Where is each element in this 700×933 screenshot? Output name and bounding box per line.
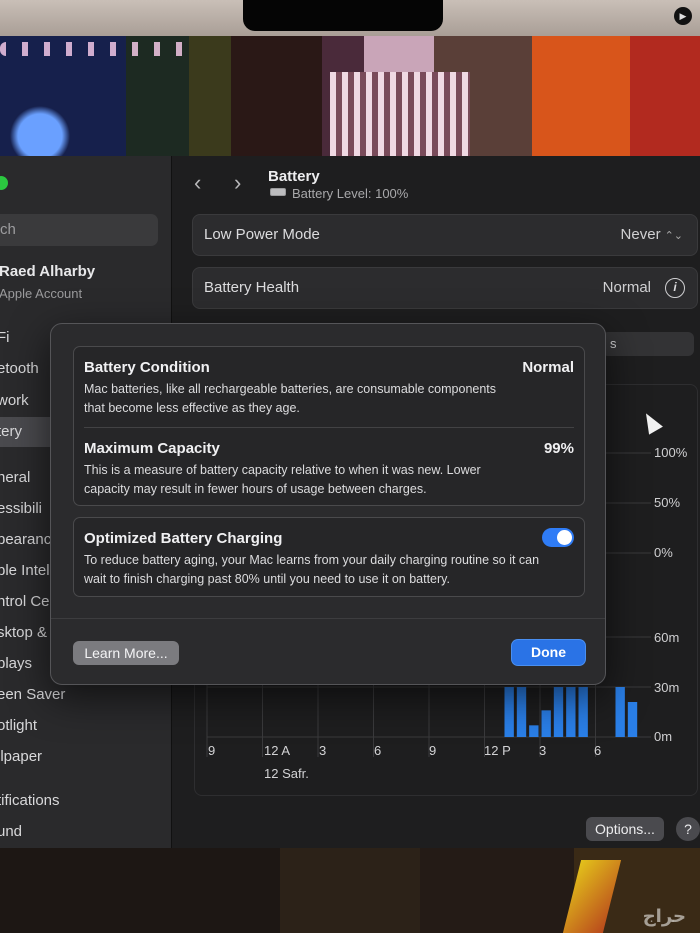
help-button[interactable]: ?	[676, 817, 700, 841]
x-tick-3: 6	[374, 743, 382, 758]
usage-bar	[627, 702, 638, 737]
battery-health-row: Battery Health Normal i	[192, 267, 698, 309]
up-down-chevron-icon: ⌃⌄	[664, 230, 683, 242]
wallpaper-stripes	[330, 72, 470, 156]
x-tick-5: 12 P	[484, 743, 511, 758]
usage-bar	[578, 687, 588, 737]
usage-bar	[566, 687, 576, 737]
sidebar-item-wifi[interactable]: Fi	[0, 329, 10, 346]
sidebar-item-control-center[interactable]: ntrol Ce	[0, 593, 50, 610]
options-button[interactable]: Options...	[586, 817, 664, 841]
account-name[interactable]: Raed Alharby	[0, 263, 95, 280]
level-tick-100: 100%	[654, 445, 688, 460]
date-label: 12 Safr.	[264, 766, 309, 781]
battery-info-group: Battery Condition Normal Mac batteries, …	[73, 346, 585, 506]
usage-tick-60: 60m	[654, 630, 680, 645]
usage-bar	[516, 687, 527, 737]
watermark: حراج	[642, 906, 686, 926]
optimized-charging-toggle[interactable]	[542, 528, 574, 547]
desktop-wallpaper-bottom	[0, 848, 700, 933]
optimized-charging-desc: To reduce battery aging, your Mac learns…	[84, 553, 540, 586]
level-tick-0: 0%	[654, 545, 673, 560]
usage-tick-30: 30m	[654, 680, 680, 695]
battery-icon	[270, 188, 286, 196]
sidebar-item-bluetooth[interactable]: etooth	[0, 360, 39, 377]
low-power-mode-row: Low Power Mode Never ⌃⌄	[192, 214, 698, 256]
x-tick-0: 9	[208, 743, 216, 758]
camera-notch	[243, 0, 443, 31]
wallpaper-yellow-shape	[562, 860, 622, 933]
done-button[interactable]: Done	[512, 640, 585, 665]
battery-health-value: Normal	[602, 279, 651, 296]
sidebar-item-network[interactable]: work	[0, 392, 29, 409]
desktop-wallpaper-top	[0, 36, 700, 156]
usage-bar	[553, 687, 564, 737]
usage-bar	[615, 687, 625, 737]
partial-hidden-button[interactable]: s	[602, 332, 694, 356]
sidebar-item-apple-intelligence[interactable]: ple Intell	[0, 562, 53, 579]
usage-bar	[529, 725, 539, 737]
sidebar-item-appearance[interactable]: pearanc	[0, 531, 51, 548]
usage-bar	[541, 710, 551, 737]
sidebar-item-spotlight[interactable]: otlight	[0, 717, 37, 734]
maximum-capacity-title: Maximum Capacity	[84, 440, 220, 457]
sidebar-item-wallpaper[interactable]: llpaper	[0, 748, 42, 765]
play-icon: ▶	[674, 7, 692, 25]
info-icon[interactable]: i	[665, 278, 685, 298]
sidebar-item-displays[interactable]: plays	[0, 655, 32, 672]
low-power-mode-select[interactable]: Never ⌃⌄	[621, 226, 683, 243]
page-title: Battery	[268, 168, 320, 185]
level-tick-50: 50%	[654, 495, 681, 510]
sidebar-item-screen-saver[interactable]: een Saver	[0, 686, 65, 703]
usage-tick-0: 0m	[654, 729, 673, 744]
sheet-separator	[51, 618, 605, 619]
sidebar-item-sound[interactable]: und	[0, 823, 22, 840]
x-tick-1: 12 A	[264, 743, 291, 758]
x-tick-2: 3	[319, 743, 327, 758]
account-subtitle: Apple Account	[0, 286, 83, 301]
low-power-mode-label: Low Power Mode	[204, 226, 320, 243]
battery-health-sheet: Battery Condition Normal Mac batteries, …	[50, 323, 606, 685]
learn-more-button[interactable]: Learn More...	[73, 641, 179, 665]
x-tick-7: 6	[594, 743, 602, 758]
battery-condition-value: Normal	[522, 359, 574, 376]
window-zoom-button[interactable]	[0, 176, 8, 190]
optimized-charging-group: Optimized Battery Charging To reduce bat…	[73, 517, 585, 597]
maximum-capacity-desc: This is a measure of battery capacity re…	[84, 463, 481, 496]
usage-bar	[504, 687, 514, 737]
sidebar-item-general[interactable]: neral	[0, 469, 30, 486]
optimized-charging-title: Optimized Battery Charging	[84, 530, 283, 547]
battery-level-text: Battery Level: 100%	[292, 186, 409, 201]
sidebar-item-notifications[interactable]: tifications	[0, 792, 60, 809]
wallpaper-lights	[0, 42, 190, 56]
chevron-right-icon[interactable]: ›	[234, 170, 241, 196]
low-power-mode-value: Never	[620, 226, 661, 243]
battery-health-label: Battery Health	[204, 279, 300, 296]
x-tick-4: 9	[429, 743, 437, 758]
x-tick-6: 3	[539, 743, 547, 758]
search-input[interactable]: ch	[0, 214, 158, 246]
maximum-capacity-value: 99%	[543, 440, 574, 457]
group-divider	[84, 427, 574, 428]
chevron-left-icon[interactable]: ‹	[194, 170, 201, 196]
battery-condition-desc: Mac batteries, like all rechargeable bat…	[84, 382, 497, 415]
sidebar-item-desktop-dock[interactable]: sktop &	[0, 624, 47, 641]
battery-condition-title: Battery Condition	[84, 359, 210, 376]
toggle-knob	[557, 530, 572, 545]
sidebar-item-accessibility[interactable]: essibili	[0, 500, 42, 517]
